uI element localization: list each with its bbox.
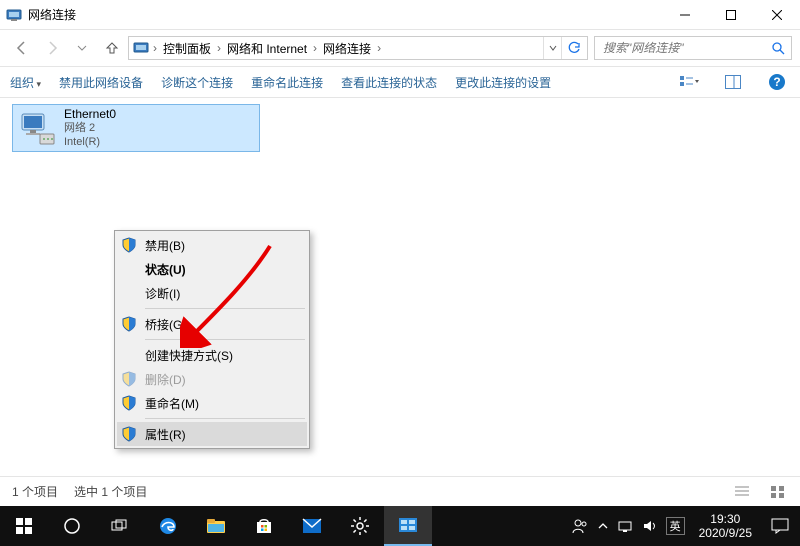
ctx-label: 重命名(M): [145, 395, 199, 412]
shield-icon: [121, 426, 137, 442]
ctx-label: 桥接(G): [145, 316, 186, 333]
chevron-right-icon[interactable]: ›: [311, 41, 319, 55]
cmd-disable-device[interactable]: 禁用此网络设备: [59, 74, 143, 91]
taskbar-store[interactable]: [240, 506, 288, 546]
large-icons-view-button[interactable]: [768, 484, 788, 500]
taskbar-control-panel[interactable]: [384, 506, 432, 546]
shield-icon: [121, 395, 137, 411]
content-area[interactable]: Ethernet0 网络 2 Intel(R) 禁用(B) 状态(U) 诊断(I…: [0, 98, 800, 506]
up-button[interactable]: [98, 34, 126, 62]
shield-icon: [121, 371, 137, 387]
separator: [145, 418, 305, 419]
taskbar-edge[interactable]: [144, 506, 192, 546]
adapter-name: Ethernet0: [64, 107, 116, 121]
ctx-label: 删除(D): [145, 371, 186, 388]
network-tray-icon[interactable]: [618, 519, 632, 533]
breadcrumb-item[interactable]: 网络连接: [319, 40, 375, 57]
network-panel-icon: [133, 40, 149, 56]
people-icon[interactable]: [572, 518, 588, 534]
forward-button[interactable]: [38, 34, 66, 62]
network-adapter-icon: [18, 108, 58, 148]
nav-bar: › 控制面板 › 网络和 Internet › 网络连接 ›: [0, 30, 800, 66]
address-bar[interactable]: › 控制面板 › 网络和 Internet › 网络连接 ›: [128, 36, 588, 60]
window-title: 网络连接: [28, 6, 76, 23]
shield-icon: [121, 237, 137, 253]
taskbar-date: 2020/9/25: [699, 526, 752, 540]
ctx-shortcut[interactable]: 创建快捷方式(S): [117, 343, 307, 367]
preview-pane-button[interactable]: [720, 71, 746, 93]
item-count: 1 个项目: [12, 483, 58, 500]
ctx-properties[interactable]: 属性(R): [117, 422, 307, 446]
taskbar: 英 19:30 2020/9/25: [0, 506, 800, 546]
cortana-button[interactable]: [48, 506, 96, 546]
ctx-status[interactable]: 状态(U): [117, 257, 307, 281]
status-bar: 1 个项目 选中 1 个项目: [0, 476, 800, 506]
breadcrumb-item[interactable]: 控制面板: [159, 40, 215, 57]
selected-count: 选中 1 个项目: [74, 483, 147, 500]
ctx-label: 属性(R): [145, 426, 186, 443]
ctx-label: 禁用(B): [145, 237, 185, 254]
volume-icon[interactable]: [642, 519, 656, 533]
title-bar: 网络连接: [0, 0, 800, 30]
details-view-button[interactable]: [732, 484, 752, 500]
refresh-button[interactable]: [561, 37, 585, 59]
start-button[interactable]: [0, 506, 48, 546]
cmd-change-settings[interactable]: 更改此连接的设置: [455, 74, 551, 91]
task-view-button[interactable]: [96, 506, 144, 546]
app-icon: [6, 7, 22, 23]
search-box[interactable]: [594, 36, 792, 60]
cmd-diagnose[interactable]: 诊断这个连接: [161, 74, 233, 91]
back-button[interactable]: [8, 34, 36, 62]
system-tray[interactable]: 英: [566, 517, 691, 535]
adapter-device: Intel(R): [64, 135, 116, 149]
change-view-button[interactable]: [676, 71, 702, 93]
context-menu: 禁用(B) 状态(U) 诊断(I) 桥接(G) 创建快捷方式(S) 删除(D) …: [114, 230, 310, 449]
breadcrumb-item[interactable]: 网络和 Internet: [223, 40, 311, 57]
action-center-button[interactable]: [760, 506, 800, 546]
command-bar: 组织 禁用此网络设备 诊断这个连接 重命名此连接 查看此连接的状态 更改此连接的…: [0, 66, 800, 98]
taskbar-time: 19:30: [699, 512, 752, 526]
separator: [145, 339, 305, 340]
ctx-bridge[interactable]: 桥接(G): [117, 312, 307, 336]
maximize-button[interactable]: [708, 0, 754, 30]
close-button[interactable]: [754, 0, 800, 30]
taskbar-mail[interactable]: [288, 506, 336, 546]
ctx-rename[interactable]: 重命名(M): [117, 391, 307, 415]
search-input[interactable]: [601, 40, 765, 56]
ctx-label: 诊断(I): [145, 285, 180, 302]
ctx-label: 创建快捷方式(S): [145, 347, 233, 364]
chevron-right-icon[interactable]: ›: [215, 41, 223, 55]
cmd-view-status[interactable]: 查看此连接的状态: [341, 74, 437, 91]
organize-menu[interactable]: 组织: [10, 74, 41, 91]
separator: [145, 308, 305, 309]
help-button[interactable]: ?: [764, 71, 790, 93]
ctx-disable[interactable]: 禁用(B): [117, 233, 307, 257]
adapter-status: 网络 2: [64, 121, 116, 135]
shield-icon: [121, 316, 137, 332]
minimize-button[interactable]: [662, 0, 708, 30]
cmd-rename[interactable]: 重命名此连接: [251, 74, 323, 91]
chevron-right-icon[interactable]: ›: [151, 41, 159, 55]
address-dropdown[interactable]: [543, 37, 561, 59]
ime-indicator[interactable]: 英: [666, 517, 685, 535]
network-adapter-item[interactable]: Ethernet0 网络 2 Intel(R): [12, 104, 260, 152]
taskbar-explorer[interactable]: [192, 506, 240, 546]
chevron-right-icon[interactable]: ›: [375, 41, 383, 55]
ctx-label: 状态(U): [145, 261, 186, 278]
tray-chevron-up-icon[interactable]: [598, 521, 608, 531]
taskbar-clock[interactable]: 19:30 2020/9/25: [691, 512, 760, 540]
ctx-delete: 删除(D): [117, 367, 307, 391]
search-icon[interactable]: [771, 41, 785, 55]
taskbar-settings[interactable]: [336, 506, 384, 546]
svg-text:?: ?: [773, 75, 780, 89]
recent-dropdown[interactable]: [68, 34, 96, 62]
ctx-diagnose[interactable]: 诊断(I): [117, 281, 307, 305]
